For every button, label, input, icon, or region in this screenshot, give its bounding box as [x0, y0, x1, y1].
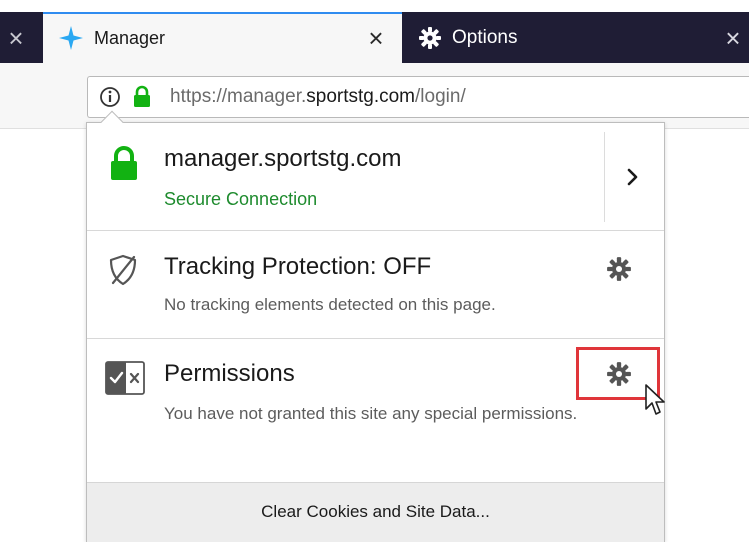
lock-icon[interactable]: [132, 85, 152, 109]
divider: [87, 338, 664, 339]
gear-icon[interactable]: [606, 361, 632, 387]
mouse-cursor-icon: [645, 384, 665, 415]
divider: [87, 230, 664, 231]
gear-icon[interactable]: [418, 26, 442, 50]
permissions-title: Permissions: [164, 360, 295, 387]
site-host: manager.sportstg.com: [164, 145, 402, 172]
lock-icon: [111, 146, 137, 180]
tab-options-label[interactable]: Options: [452, 27, 517, 49]
tracking-protection-shield-icon: [109, 254, 137, 286]
url-path: /login/: [415, 86, 466, 107]
gear-icon[interactable]: [606, 256, 632, 282]
tab-manager-label: Manager: [94, 28, 166, 48]
clear-cookies-button[interactable]: Clear Cookies and Site Data...: [87, 482, 664, 542]
tracking-protection-title: Tracking Protection: OFF: [164, 253, 432, 280]
tracking-protection-description: No tracking elements detected on this pa…: [164, 295, 496, 314]
permissions-icon: [105, 361, 145, 395]
close-tab-icon[interactable]: ×: [362, 24, 390, 52]
url-domain: sportstg.com: [306, 86, 416, 107]
permissions-description: You have not granted this site any speci…: [164, 404, 578, 423]
star-icon: [59, 26, 83, 50]
site-identity-panel: [86, 122, 665, 542]
close-tab-icon[interactable]: ×: [2, 24, 30, 52]
url-text[interactable]: https://manager.sportstg.com/login/: [170, 86, 466, 108]
chevron-right-icon: [627, 168, 638, 186]
info-icon[interactable]: [96, 83, 124, 111]
close-tab-icon[interactable]: ×: [718, 24, 748, 52]
url-prefix: https://manager.: [170, 86, 307, 107]
connection-status: Secure Connection: [164, 189, 318, 209]
